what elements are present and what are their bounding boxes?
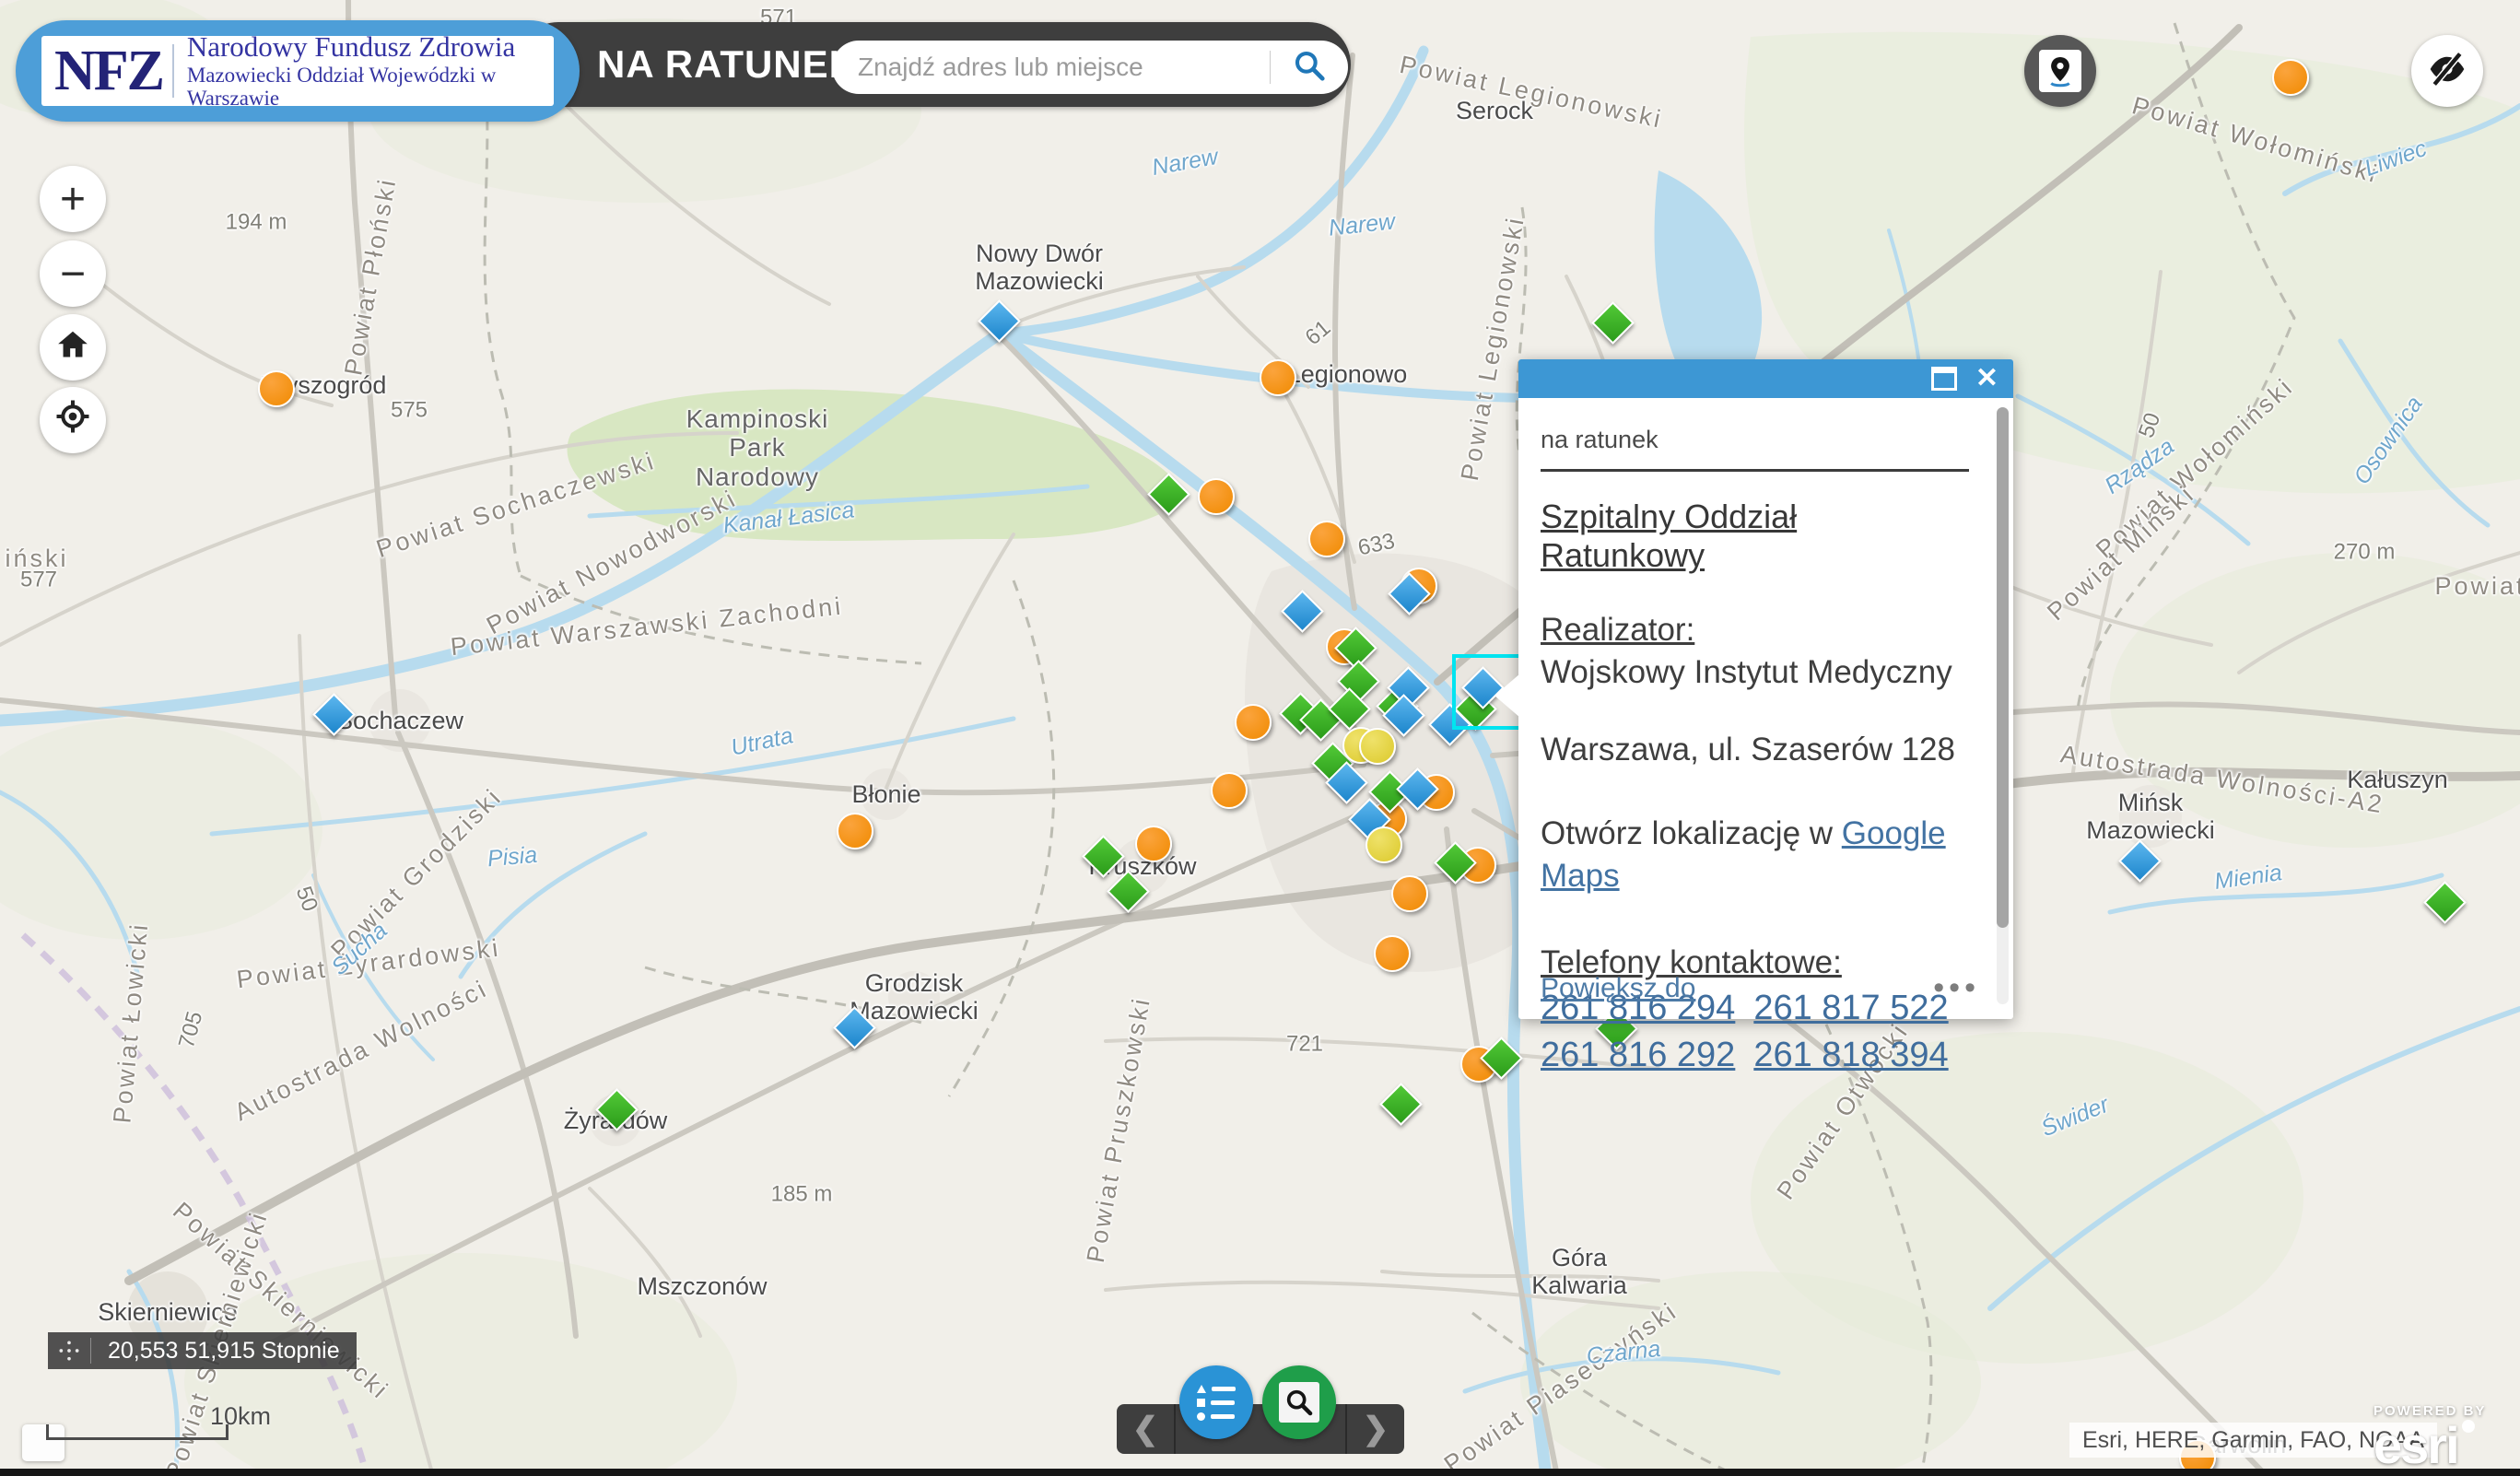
search-tool-button[interactable]	[1262, 1365, 1336, 1439]
popup-footer: Powiększ do •••	[1541, 970, 1980, 1006]
popup-body: na ratunek Szpitalny Oddział Ratunkowy R…	[1518, 398, 2013, 1019]
marker-orange-circle[interactable]	[1198, 478, 1235, 515]
legend-list-icon	[1197, 1385, 1236, 1421]
map-application: WyszogródNowy Dwór MazowieckiSerockLegio…	[0, 0, 2520, 1476]
app-title: NA RATUNEK	[597, 22, 858, 107]
logo-line2: Mazowiecki Oddział Wojewódzki w Warszawi…	[187, 64, 554, 106]
marker-blue-diamond[interactable]	[1281, 590, 1324, 633]
popup-title: Szpitalny Oddział Ratunkowy	[1541, 498, 1969, 575]
location-pin-icon	[2039, 50, 2081, 92]
search-input[interactable]	[832, 53, 1270, 82]
nfz-logo[interactable]: NFZ Narodowy Fundusz Zdrowia Mazowiecki …	[16, 20, 580, 122]
minus-icon: −	[60, 249, 86, 299]
marker-blue-diamond[interactable]	[978, 299, 1021, 343]
marker-orange-circle[interactable]	[837, 813, 873, 849]
nfz-mark: NFZ	[41, 39, 172, 104]
marker-yellow-circle[interactable]	[1359, 728, 1396, 765]
popup-scrollbar	[1997, 407, 2009, 1004]
coordinate-readout: 20,553 51,915 Stopnie	[91, 1338, 357, 1365]
locate-button[interactable]	[40, 387, 106, 453]
marker-orange-circle[interactable]	[1135, 826, 1172, 862]
popup-divider	[1541, 469, 1969, 472]
marker-green-diamond[interactable]	[1107, 870, 1150, 913]
zoom-in-button[interactable]: +	[40, 166, 106, 232]
open-location-line: Otwórz lokalizację w Google Maps	[1541, 813, 1969, 896]
legend-button[interactable]	[1179, 1365, 1253, 1439]
marker-green-diamond[interactable]	[595, 1088, 639, 1131]
phone-row: 261 816 292 261 818 394	[1541, 1036, 1969, 1075]
search-button[interactable]	[1271, 48, 1348, 88]
marker-orange-circle[interactable]	[1374, 935, 1411, 972]
marker-orange-circle[interactable]	[2272, 59, 2309, 96]
zoom-to-link[interactable]: Powiększ do	[1541, 973, 1695, 1004]
search-bar	[832, 41, 1348, 94]
marker-blue-diamond[interactable]	[833, 1006, 876, 1049]
realizator-label: Realizator:	[1541, 612, 1969, 649]
search-icon	[1292, 48, 1327, 88]
address-value: Warszawa, ul. Szaserów 128	[1541, 732, 1969, 768]
carousel-divider	[1174, 1404, 1176, 1454]
coordinate-widget: 20,553 51,915 Stopnie	[48, 1332, 357, 1369]
open-location-prefix: Otwórz lokalizację w	[1541, 815, 1833, 851]
feature-popup: ✕ na ratunek Szpitalny Oddział Ratunkowy…	[1518, 359, 2013, 1019]
dock-icon[interactable]	[1931, 367, 1957, 391]
marker-blue-diamond[interactable]	[2118, 839, 2162, 883]
popup-scrollbar-thumb[interactable]	[1997, 407, 2009, 928]
tool-carousel: ❮ ❯	[1117, 1404, 1404, 1454]
popup-titlebar: ✕	[1518, 359, 2013, 398]
layer-visibility-button[interactable]	[2411, 35, 2483, 107]
marker-green-diamond[interactable]	[1591, 301, 1635, 345]
carousel-next-button[interactable]: ❯	[1347, 1411, 1404, 1447]
logo-divider	[172, 44, 174, 98]
marker-blue-diamond[interactable]	[312, 693, 356, 736]
marker-orange-circle[interactable]	[1391, 875, 1428, 912]
phone-link[interactable]: 261 816 292	[1541, 1036, 1735, 1075]
magnifier-icon	[1279, 1382, 1319, 1423]
logo-line1: Narodowy Fundusz Zdrowia	[187, 36, 554, 64]
home-button[interactable]	[40, 314, 106, 381]
phone-link[interactable]: 261 818 394	[1753, 1036, 1948, 1075]
popup-pointer	[1494, 674, 1520, 718]
popup-layer-name: na ratunek	[1541, 426, 1969, 454]
marker-green-diamond[interactable]	[2423, 881, 2467, 924]
marker-orange-circle[interactable]	[1308, 521, 1345, 557]
move-crosshair-icon[interactable]	[48, 1339, 90, 1363]
marker-green-diamond[interactable]	[1379, 1083, 1423, 1126]
crosshair-icon	[54, 395, 91, 446]
more-options-icon[interactable]: •••	[1933, 970, 1980, 1006]
marker-orange-circle[interactable]	[258, 370, 295, 407]
realizator-value: Wojskowy Instytut Medyczny	[1541, 654, 1969, 691]
tracking-button[interactable]	[2024, 35, 2096, 107]
plus-icon: +	[60, 174, 86, 225]
marker-yellow-circle[interactable]	[1365, 826, 1402, 863]
scale-bar	[46, 1424, 229, 1440]
nfz-logo-card: NFZ Narodowy Fundusz Zdrowia Mazowiecki …	[41, 36, 554, 106]
esri-wordmark: esri	[2373, 1420, 2458, 1471]
marker-orange-circle[interactable]	[1211, 772, 1248, 809]
zoom-out-button[interactable]: −	[40, 240, 106, 307]
marker-green-diamond[interactable]	[1082, 835, 1125, 878]
esri-logo: POWERED BY esri	[2373, 1404, 2487, 1471]
bottom-edge-strip	[0, 1469, 2520, 1476]
home-icon	[55, 322, 90, 373]
eye-slash-icon	[2427, 49, 2467, 94]
esri-dot	[2462, 1420, 2475, 1433]
marker-orange-circle[interactable]	[1235, 704, 1272, 741]
close-icon[interactable]: ✕	[1975, 365, 1998, 392]
marker-green-diamond[interactable]	[1147, 473, 1190, 516]
carousel-prev-button[interactable]: ❮	[1117, 1411, 1174, 1447]
marker-orange-circle[interactable]	[1260, 359, 1296, 396]
map-markers-layer	[0, 0, 2520, 1476]
